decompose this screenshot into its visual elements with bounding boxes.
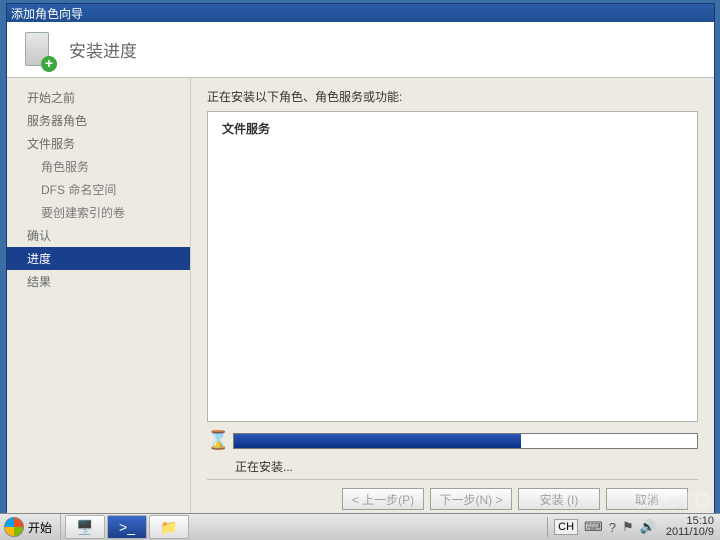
powershell-icon: >_: [119, 519, 135, 535]
roles-list-box: 文件服务: [207, 111, 698, 422]
install-progress-bar: [233, 433, 698, 449]
sidebar-item-progress[interactable]: 进度: [7, 247, 190, 270]
language-indicator[interactable]: CH: [554, 519, 578, 535]
wizard-sidebar: 开始之前 服务器角色 文件服务 角色服务 DFS 命名空间 要创建索引的卷 确认…: [7, 78, 190, 516]
install-button[interactable]: 安装 (I): [518, 488, 600, 510]
system-tray: CH ⌨ ? ⚑ 🔊 15:10 2011/10/9: [547, 514, 720, 540]
sidebar-item-results[interactable]: 结果: [7, 270, 190, 293]
folder-icon: 📁: [160, 519, 177, 536]
server-role-icon: +: [21, 30, 55, 70]
action-center-icon[interactable]: ⚑: [622, 519, 634, 535]
sidebar-item-server-roles[interactable]: 服务器角色: [7, 109, 190, 132]
taskbar-item-powershell[interactable]: >_: [107, 515, 147, 539]
wizard-content: 正在安装以下角色、角色服务或功能: 文件服务 正在安装... < 上一步(P) …: [190, 78, 714, 516]
clock-date: 2011/10/9: [666, 527, 714, 538]
windows-orb-icon: [4, 517, 24, 537]
previous-button[interactable]: < 上一步(P): [342, 488, 424, 510]
help-icon[interactable]: ?: [609, 520, 616, 535]
start-label: 开始: [28, 519, 52, 536]
sidebar-item-before-you-begin[interactable]: 开始之前: [7, 86, 190, 109]
start-button[interactable]: 开始: [0, 514, 61, 540]
sidebar-item-file-services[interactable]: 文件服务: [7, 132, 190, 155]
taskbar-clock[interactable]: 15:10 2011/10/9: [662, 516, 714, 538]
wizard-window: 添加角色向导 + 安装进度 开始之前 服务器角色 文件服务 角色服务 DFS 命…: [6, 3, 715, 517]
window-titlebar[interactable]: 添加角色向导: [7, 4, 714, 22]
volume-icon[interactable]: 🔊: [640, 519, 656, 535]
installing-label: 正在安装以下角色、角色服务或功能:: [207, 88, 698, 105]
taskbar-item-explorer[interactable]: 📁: [149, 515, 189, 539]
progress-row: [207, 430, 698, 452]
taskbar-item-server-manager[interactable]: 🖥️: [65, 515, 105, 539]
wizard-button-row: < 上一步(P) 下一步(N) > 安装 (I) 取消: [207, 479, 698, 516]
sidebar-item-index-volumes[interactable]: 要创建索引的卷: [7, 201, 190, 224]
role-item: 文件服务: [218, 118, 687, 139]
next-button[interactable]: 下一步(N) >: [430, 488, 512, 510]
install-status-text: 正在安装...: [235, 458, 698, 475]
wizard-header: + 安装进度: [7, 22, 714, 78]
hourglass-icon: [207, 430, 225, 452]
install-progress-fill: [234, 434, 521, 448]
sidebar-item-role-services[interactable]: 角色服务: [7, 155, 190, 178]
keyboard-icon[interactable]: ⌨: [584, 519, 603, 535]
wizard-body: 开始之前 服务器角色 文件服务 角色服务 DFS 命名空间 要创建索引的卷 确认…: [7, 78, 714, 516]
taskbar-running-items: 🖥️ >_ 📁: [61, 515, 189, 539]
tray-separator: [547, 517, 548, 537]
page-title: 安装进度: [69, 37, 137, 62]
server-manager-icon: 🖥️: [76, 519, 93, 536]
cancel-button[interactable]: 取消: [606, 488, 688, 510]
taskbar[interactable]: 开始 🖥️ >_ 📁 CH ⌨ ? ⚑ 🔊 15:10 2011/10/9: [0, 513, 720, 540]
window-title: 添加角色向导: [11, 5, 83, 22]
sidebar-item-confirmation[interactable]: 确认: [7, 224, 190, 247]
sidebar-item-dfs-namespace[interactable]: DFS 命名空间: [7, 178, 190, 201]
